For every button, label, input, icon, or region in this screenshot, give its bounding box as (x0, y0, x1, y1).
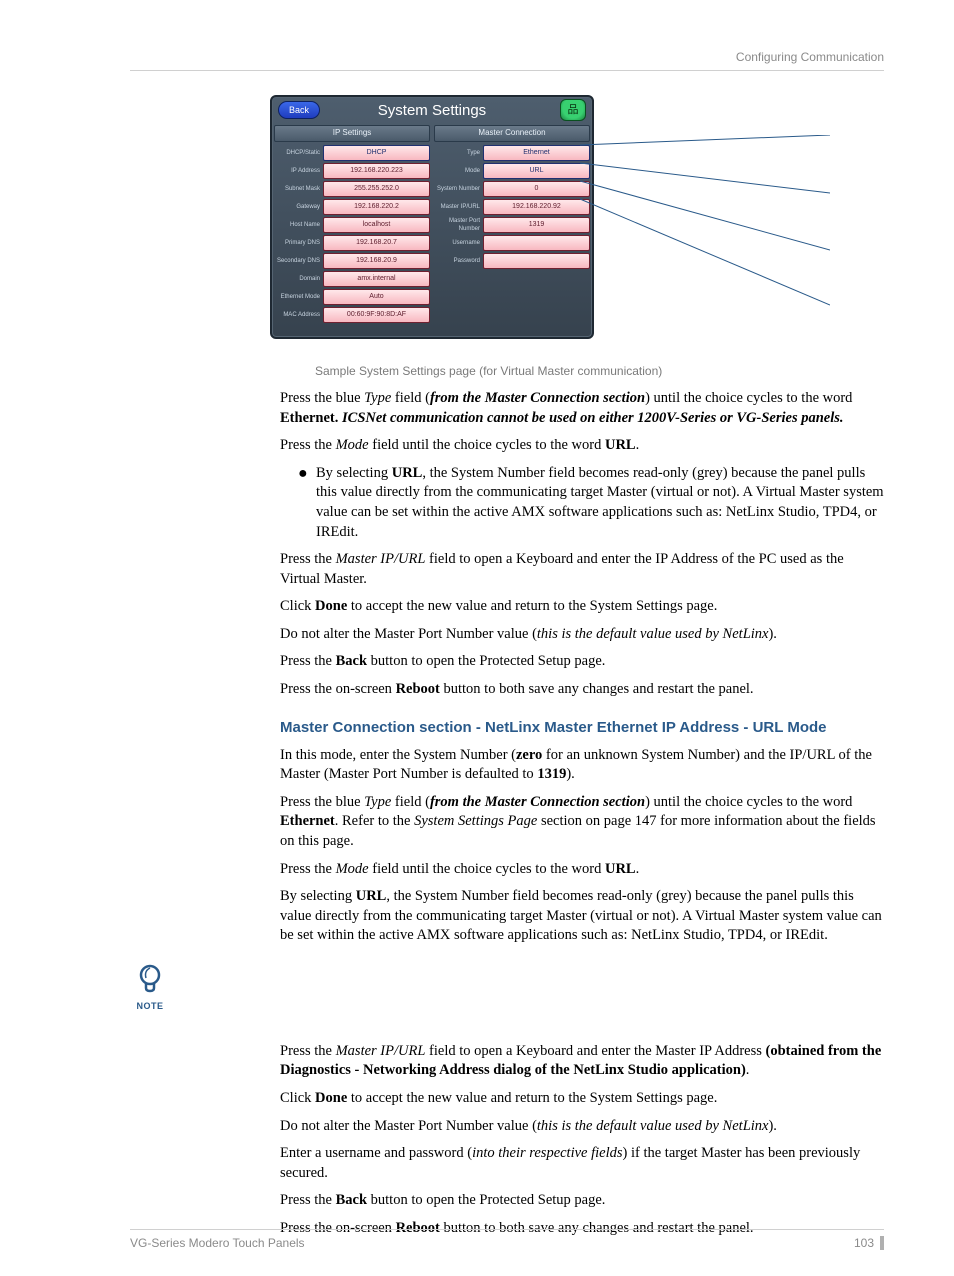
ip-row-label: Gateway (274, 203, 323, 211)
ip-row-label: Domain (274, 275, 323, 283)
mc-row-value[interactable] (483, 253, 590, 269)
mc-row: TypeEthernet (434, 145, 590, 161)
para-mode-url-2: Press the Mode field until the choice cy… (280, 860, 884, 880)
system-settings-figure: Back System Settings 品 IP Settings DHCP/… (270, 95, 830, 355)
ip-row: Gateway192.168.220.2 (274, 199, 430, 215)
mc-row: Username (434, 235, 590, 251)
para-back: Press the Back button to open the Protec… (280, 652, 884, 672)
ip-row: Primary DNS192.168.20.7 (274, 235, 430, 251)
section-heading-url-mode: Master Connection section - NetLinx Mast… (280, 718, 884, 738)
ip-row: Host Namelocalhost (274, 217, 430, 233)
ip-row-label: MAC Address (274, 311, 323, 319)
mc-row-value[interactable] (483, 235, 590, 251)
ip-row-label: Host Name (274, 221, 323, 229)
para-url-readonly-2: By selecting URL, the System Number fiel… (280, 887, 884, 946)
network-icon[interactable]: 品 (560, 99, 586, 121)
para-master-ip: Press the Master IP/URL field to open a … (280, 550, 884, 589)
ip-row-value[interactable]: 192.168.20.9 (323, 253, 430, 269)
ip-row-value[interactable]: Auto (323, 289, 430, 305)
mc-row-label: Master IP/URL (434, 203, 483, 211)
system-settings-panel: Back System Settings 品 IP Settings DHCP/… (270, 95, 594, 339)
page-number: 103 (854, 1236, 884, 1250)
ip-row-value[interactable]: DHCP (323, 145, 430, 161)
note-label: NOTE (130, 1001, 170, 1011)
ip-row: Domainamx.internal (274, 271, 430, 287)
ip-row-value[interactable]: localhost (323, 217, 430, 233)
ip-row-value[interactable]: 192.168.220.223 (323, 163, 430, 179)
mc-row-label: Master Port Number (434, 217, 483, 233)
master-connection-column: Master Connection TypeEthernetModeURLSys… (432, 125, 592, 333)
para-mode-url: Press the Mode field until the choice cy… (280, 436, 884, 456)
lightbulb-icon (137, 964, 163, 994)
mc-row-label: Mode (434, 167, 483, 175)
ip-row-label: IP Address (274, 167, 323, 175)
mc-row: ModeURL (434, 163, 590, 179)
mc-row: System Number0 (434, 181, 590, 197)
mc-row-label: Type (434, 149, 483, 157)
mc-row-value[interactable]: 0 (483, 181, 590, 197)
para-back-2: Press the Back button to open the Protec… (280, 1191, 884, 1211)
panel-title: System Settings (272, 101, 592, 121)
footer-title: VG-Series Modero Touch Panels (130, 1236, 305, 1250)
ip-row: Secondary DNS192.168.20.9 (274, 253, 430, 269)
figure-caption: Sample System Settings page (for Virtual… (315, 363, 884, 379)
bullet-url-readonly: ● By selecting URL, the System Number fi… (298, 464, 884, 542)
mc-row: Master Port Number1319 (434, 217, 590, 233)
master-connection-header: Master Connection (434, 125, 590, 142)
mc-row: Master IP/URL192.168.220.92 (434, 199, 590, 215)
ip-row-label: Primary DNS (274, 239, 323, 247)
mc-row-value[interactable]: URL (483, 163, 590, 179)
para-master-ip-2: Press the Master IP/URL field to open a … (280, 1042, 884, 1081)
ip-row-value[interactable]: amx.internal (323, 271, 430, 287)
ip-row-value[interactable]: 192.168.20.7 (323, 235, 430, 251)
mc-row-label: Password (434, 257, 483, 265)
running-header: Configuring Communication (130, 50, 884, 64)
ip-settings-header: IP Settings (274, 125, 430, 142)
mc-row: Password (434, 253, 590, 269)
ip-row-value[interactable]: 00:60:9F:90:8D:AF (323, 307, 430, 323)
ip-settings-column: IP Settings DHCP/StaticDHCPIP Address192… (272, 125, 432, 333)
page-footer: VG-Series Modero Touch Panels 103 (130, 1229, 884, 1250)
para-mode-intro: In this mode, enter the System Number (z… (280, 746, 884, 785)
para-port-2: Do not alter the Master Port Number valu… (280, 1117, 884, 1137)
ip-row-label: Subnet Mask (274, 185, 323, 193)
ip-row: IP Address192.168.220.223 (274, 163, 430, 179)
ip-row: Ethernet ModeAuto (274, 289, 430, 305)
ip-row-value[interactable]: 255.255.252.0 (323, 181, 430, 197)
mc-row-value[interactable]: 1319 (483, 217, 590, 233)
ip-row-value[interactable]: 192.168.220.2 (323, 199, 430, 215)
para-port: Do not alter the Master Port Number valu… (280, 625, 884, 645)
ip-row-label: Secondary DNS (274, 257, 323, 265)
ip-row-label: DHCP/Static (274, 149, 323, 157)
para-reboot: Press the on-screen Reboot button to bot… (280, 680, 884, 700)
mc-row-label: System Number (434, 185, 483, 193)
ip-row-label: Ethernet Mode (274, 293, 323, 301)
note-icon: NOTE (130, 964, 170, 1011)
mc-row-value[interactable]: Ethernet (483, 145, 590, 161)
para-type-ethernet-2: Press the blue Type field (from the Mast… (280, 793, 884, 852)
para-done-2: Click Done to accept the new value and r… (280, 1089, 884, 1109)
para-done: Click Done to accept the new value and r… (280, 597, 884, 617)
para-type-ethernet: Press the blue Type field (from the Mast… (280, 389, 884, 428)
header-rule (130, 70, 884, 71)
ip-row: Subnet Mask255.255.252.0 (274, 181, 430, 197)
para-credentials: Enter a username and password (into thei… (280, 1144, 884, 1183)
mc-row-label: Username (434, 239, 483, 247)
mc-row-value[interactable]: 192.168.220.92 (483, 199, 590, 215)
ip-row: DHCP/StaticDHCP (274, 145, 430, 161)
ip-row: MAC Address00:60:9F:90:8D:AF (274, 307, 430, 323)
